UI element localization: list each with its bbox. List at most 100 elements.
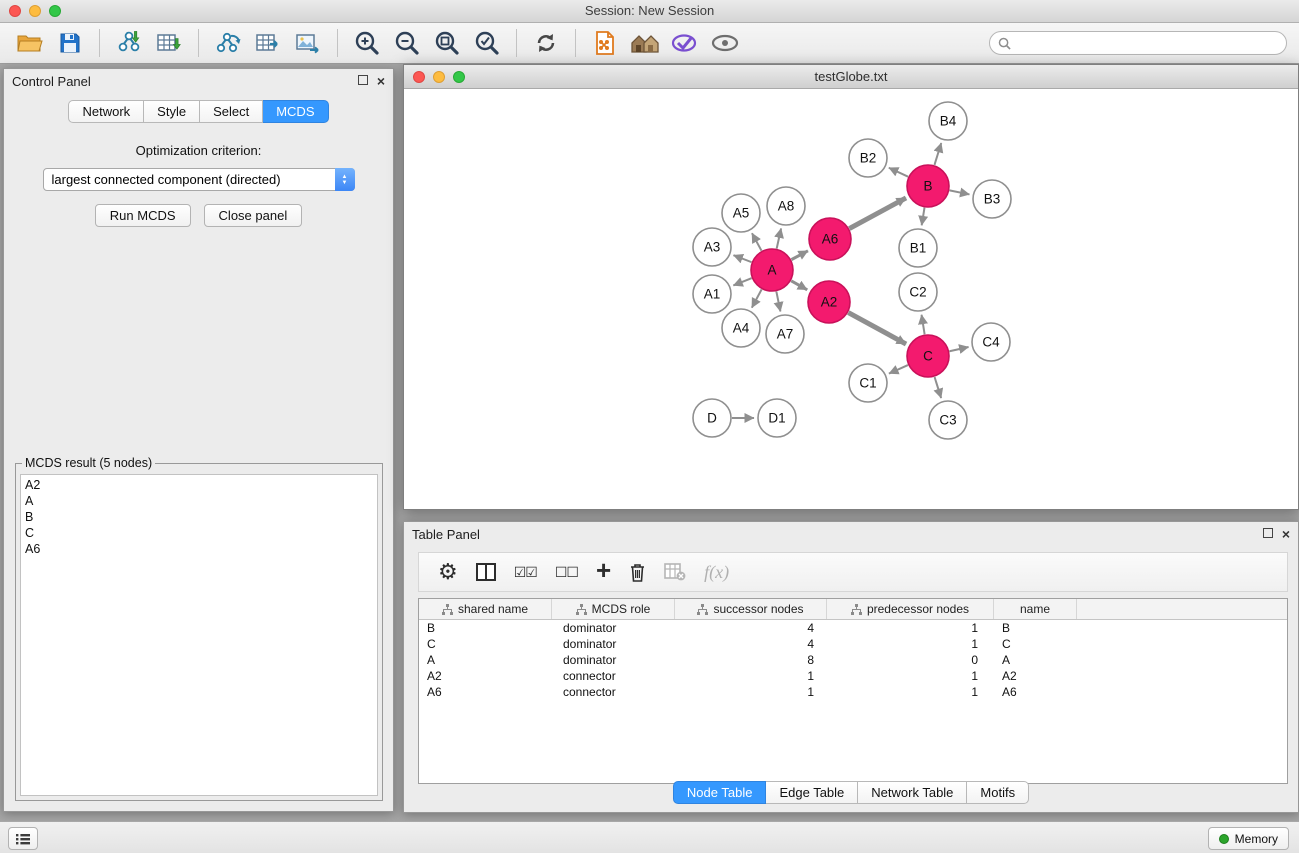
graph-node-A1[interactable]: A1 (693, 275, 731, 313)
import-network-button[interactable] (114, 28, 144, 58)
mcds-result-item[interactable]: A2 (21, 477, 377, 493)
table-row[interactable]: A2connector11A2 (419, 668, 1287, 684)
graph-edge-B-B3[interactable] (950, 190, 970, 194)
show-hide-button[interactable] (710, 28, 740, 58)
graph-node-B2[interactable]: B2 (849, 139, 887, 177)
mcds-result-list[interactable]: A2ABCA6 (20, 474, 378, 796)
close-table-panel-icon[interactable]: × (1282, 527, 1290, 541)
close-panel-icon[interactable]: × (377, 74, 385, 88)
add-column-button[interactable]: + (596, 555, 611, 586)
show-panel-list-button[interactable] (8, 827, 38, 850)
column-header[interactable]: MCDS role (552, 599, 675, 619)
table-row[interactable]: Adominator80A (419, 652, 1287, 668)
tab-style[interactable]: Style (144, 100, 200, 123)
table-row[interactable]: A6connector11A6 (419, 684, 1287, 700)
graph-node-A4[interactable]: A4 (722, 309, 760, 347)
graph-edge-C-C3[interactable] (935, 377, 942, 398)
float-table-panel-button[interactable] (1263, 528, 1273, 540)
delete-column-button[interactable] (629, 562, 646, 582)
close-panel-button[interactable]: Close panel (204, 204, 303, 227)
zoom-selected-button[interactable] (472, 28, 502, 58)
criterion-dropdown[interactable]: largest connected component (directed) ▲… (43, 168, 355, 191)
graph-edge-A6-B[interactable] (849, 198, 906, 229)
graph-node-A7[interactable]: A7 (766, 315, 804, 353)
graph-node-A6[interactable]: A6 (809, 218, 851, 260)
run-mcds-button[interactable]: Run MCDS (95, 204, 191, 227)
delete-table-button[interactable] (664, 563, 686, 581)
tab-mcds[interactable]: MCDS (263, 100, 328, 123)
open-session-button[interactable] (15, 28, 45, 58)
table-settings-button[interactable]: ⚙ (438, 559, 458, 585)
graph-edge-C-C1[interactable] (889, 365, 908, 374)
network-window-titlebar[interactable]: testGlobe.txt (404, 65, 1298, 89)
zoom-fit-button[interactable] (432, 28, 462, 58)
graph-edge-C-C2[interactable] (922, 315, 925, 335)
graph-edge-C-C4[interactable] (949, 347, 968, 351)
tab-network[interactable]: Network (68, 100, 144, 123)
graph-node-C1[interactable]: C1 (849, 364, 887, 402)
column-header[interactable]: shared name (419, 599, 552, 619)
mcds-result-item[interactable]: A6 (21, 541, 377, 557)
graph-node-D1[interactable]: D1 (758, 399, 796, 437)
tab-edge-table[interactable]: Edge Table (766, 781, 858, 804)
unselect-all-button[interactable]: ☐☐ (555, 564, 578, 581)
graph-node-B4[interactable]: B4 (929, 102, 967, 140)
graph-edge-A-A6[interactable] (791, 251, 808, 260)
export-table-button[interactable] (253, 28, 283, 58)
tab-node-table[interactable]: Node Table (673, 781, 767, 804)
graph-edge-A-A1[interactable] (733, 278, 751, 285)
node-table[interactable]: shared name MCDS role successor nodes pr… (418, 598, 1288, 784)
graph-edge-B-B1[interactable] (922, 208, 925, 226)
graph-node-A2[interactable]: A2 (808, 281, 850, 323)
mcds-result-item[interactable]: B (21, 509, 377, 525)
search-field[interactable] (989, 31, 1287, 55)
hide-analyzer-button[interactable] (670, 28, 700, 58)
graph-node-A3[interactable]: A3 (693, 228, 731, 266)
graph-edge-B-B2[interactable] (889, 168, 908, 177)
graph-node-C2[interactable]: C2 (899, 273, 937, 311)
apply-layout-button[interactable] (531, 28, 561, 58)
zoom-out-button[interactable] (392, 28, 422, 58)
graph-edge-A-A2[interactable] (791, 281, 807, 290)
memory-button[interactable]: Memory (1208, 827, 1289, 850)
search-input[interactable] (1016, 35, 1278, 51)
graph-node-C[interactable]: C (907, 335, 949, 377)
float-panel-button[interactable] (358, 75, 368, 87)
mcds-result-item[interactable]: C (21, 525, 377, 541)
network-canvas[interactable]: B4B2BB3A5A8A6A3B1AC2A1A2A4A7C4CC1DD1C3 (405, 89, 1297, 508)
graph-node-A5[interactable]: A5 (722, 194, 760, 232)
graph-node-B[interactable]: B (907, 165, 949, 207)
function-builder-button[interactable]: f(x) (704, 562, 729, 583)
export-image-button[interactable] (293, 28, 323, 58)
graph-node-B3[interactable]: B3 (973, 180, 1011, 218)
graph-edge-A2-C[interactable] (848, 313, 906, 344)
column-header[interactable]: predecessor nodes (827, 599, 994, 619)
tab-network-table[interactable]: Network Table (858, 781, 967, 804)
graph-edge-A-A4[interactable] (752, 289, 762, 307)
export-network-button[interactable] (213, 28, 243, 58)
tab-motifs[interactable]: Motifs (967, 781, 1029, 804)
graph-node-C3[interactable]: C3 (929, 401, 967, 439)
graph-node-A8[interactable]: A8 (767, 187, 805, 225)
tab-select[interactable]: Select (200, 100, 263, 123)
graph-edge-A-A7[interactable] (776, 292, 780, 312)
home-networks-button[interactable] (630, 28, 660, 58)
network-file-button[interactable] (590, 28, 620, 58)
mcds-result-item[interactable]: A (21, 493, 377, 509)
select-all-button[interactable]: ☑☑ (514, 564, 537, 581)
table-row[interactable]: Cdominator41C (419, 636, 1287, 652)
network-graph[interactable]: B4B2BB3A5A8A6A3B1AC2A1A2A4A7C4CC1DD1C3 (405, 89, 1297, 508)
graph-node-D[interactable]: D (693, 399, 731, 437)
graph-edge-A-A8[interactable] (777, 228, 781, 248)
zoom-in-button[interactable] (352, 28, 382, 58)
graph-edge-A-A3[interactable] (733, 255, 751, 262)
graph-edge-B-B4[interactable] (934, 143, 941, 165)
graph-node-C4[interactable]: C4 (972, 323, 1010, 361)
column-header[interactable]: name (994, 599, 1077, 619)
table-row[interactable]: Bdominator41B (419, 620, 1287, 636)
graph-node-B1[interactable]: B1 (899, 229, 937, 267)
column-header[interactable]: successor nodes (675, 599, 827, 619)
import-table-button[interactable] (154, 28, 184, 58)
show-columns-button[interactable] (476, 563, 496, 581)
graph-edge-A-A5[interactable] (752, 233, 762, 250)
